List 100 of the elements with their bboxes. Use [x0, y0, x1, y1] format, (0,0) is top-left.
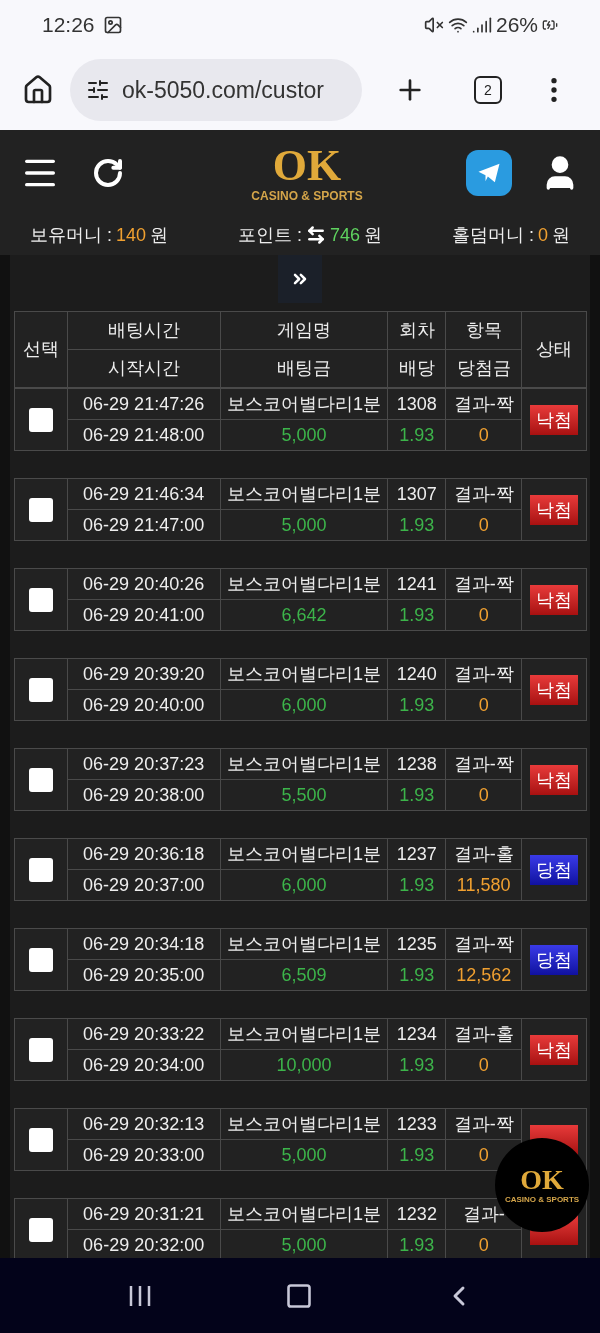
table-cell: 6,642: [220, 599, 388, 631]
battery-percent: 26%: [495, 12, 538, 39]
table-cell: 06-29 21:47:00: [67, 509, 220, 541]
logo-text: OK: [520, 1166, 564, 1194]
row-checkbox[interactable]: [28, 677, 53, 702]
table-cell: 06-29 20:33:00: [67, 1139, 220, 1171]
table-cell: 보스코어별다리1분: [220, 568, 388, 600]
row-checkbox[interactable]: [28, 767, 53, 792]
status-badge: 낙첨: [530, 584, 579, 615]
expand-button[interactable]: [278, 255, 322, 303]
table-cell: 1.93: [387, 869, 446, 901]
balance-value: 746: [330, 223, 361, 247]
table-cell: 보스코어별다리1분: [220, 1018, 388, 1050]
table-cell: 1308: [387, 388, 446, 420]
status-badge: 낙첨: [530, 674, 579, 705]
table-cell: 1.93: [387, 599, 446, 631]
table-cell: 보스코어별다리1분: [220, 838, 388, 870]
row-checkbox[interactable]: [28, 407, 53, 432]
paper-plane-icon[interactable]: [466, 149, 512, 196]
table-cell: 1235: [387, 928, 446, 960]
table-cell: 1.93: [387, 689, 446, 721]
column-header: 선택: [14, 311, 68, 388]
balance-unit: 원: [150, 223, 169, 247]
table-cell: 06-29 20:31:21: [67, 1198, 221, 1230]
row-checkbox[interactable]: [28, 497, 53, 522]
table-cell: 1232: [387, 1198, 446, 1230]
balance-unit: 원: [552, 223, 570, 247]
table-cell: 보스코어별다리1분: [220, 748, 388, 780]
table-cell: 결과-짝: [445, 568, 522, 600]
table-cell: 5,000: [220, 509, 388, 541]
table-cell: 1307: [387, 478, 446, 510]
table-cell: 6,000: [220, 869, 388, 901]
table-cell: 1.93: [387, 1139, 446, 1171]
mute-icon: [423, 15, 444, 35]
row-checkbox[interactable]: [28, 1217, 53, 1242]
table-cell: 보스코어별다리1분: [220, 1108, 388, 1140]
table-cell: 결과-짝: [445, 748, 522, 780]
table-cell: 1234: [387, 1018, 446, 1050]
status-badge: 낙첨: [530, 1034, 579, 1065]
table-cell: 1238: [387, 748, 446, 780]
table-cell: 보스코어별다리1분: [220, 478, 388, 510]
row-checkbox[interactable]: [28, 1127, 53, 1152]
exchange-icon[interactable]: [306, 225, 326, 245]
column-header: 배팅시간: [67, 311, 221, 350]
logo-subtitle: CASINO & SPORTS: [251, 189, 363, 202]
tab-count-button[interactable]: 2: [474, 76, 502, 104]
table-cell: 06-29 21:47:26: [67, 388, 220, 420]
wifi-icon: [447, 15, 468, 35]
table-cell: 보스코어별다리1분: [220, 388, 388, 420]
gallery-icon: [102, 15, 123, 35]
column-header: 시작시간: [67, 349, 221, 388]
table-cell: 결과-짝: [445, 658, 522, 690]
clock: 12:26: [42, 12, 95, 39]
table-cell: 보스코어별다리1분: [220, 1198, 388, 1230]
table-cell: 결과-짝: [445, 1108, 522, 1140]
balance-label: 홀덤머니 :: [451, 223, 534, 247]
column-header: 배팅금: [220, 349, 388, 388]
row-checkbox[interactable]: [28, 857, 53, 882]
table-cell: 결과-홀: [445, 838, 522, 870]
column-header: 항목: [445, 311, 522, 350]
table-cell: 5,000: [220, 1139, 388, 1171]
table-cell: 1233: [387, 1108, 446, 1140]
table-cell: 06-29 20:33:22: [67, 1018, 220, 1050]
status-badge: 낙첨: [530, 764, 579, 795]
table-cell: 10,000: [220, 1049, 388, 1081]
table-cell: 1.93: [387, 779, 446, 811]
home-button-icon[interactable]: [285, 1281, 313, 1310]
table-cell: 06-29 21:48:00: [67, 419, 220, 451]
table-cell: 06-29 20:34:18: [67, 928, 220, 960]
row-checkbox[interactable]: [28, 947, 53, 972]
row-checkbox[interactable]: [28, 587, 53, 612]
balance-value: 0: [538, 223, 548, 247]
table-cell: 06-29 20:37:23: [67, 748, 220, 780]
table-cell: 06-29 20:34:00: [67, 1049, 220, 1081]
table-cell: 06-29 20:41:00: [67, 599, 220, 631]
table-cell: 보스코어별다리1분: [220, 928, 388, 960]
site-settings-icon[interactable]: [86, 78, 110, 102]
table-cell: 06-29 21:46:34: [67, 478, 220, 510]
table-cell: 1.93: [387, 419, 446, 451]
status-badge: 낙첨: [530, 404, 579, 435]
table-cell: 결과-짝: [445, 388, 522, 420]
balance-label: 포인트 :: [238, 223, 302, 247]
table-cell: 06-29 20:40:00: [67, 689, 220, 721]
table-cell: 6,000: [220, 689, 388, 721]
table-cell: 06-29 20:32:13: [67, 1108, 220, 1140]
row-checkbox[interactable]: [28, 1037, 53, 1062]
balance-unit: 원: [364, 223, 383, 247]
table-cell: 06-29 20:36:18: [67, 838, 220, 870]
table-cell: 보스코어별다리1분: [220, 658, 388, 690]
balance-value: 140: [116, 223, 147, 247]
table-cell: 1.93: [387, 509, 446, 541]
status-badge: 당첨: [530, 854, 579, 885]
home-icon[interactable]: [22, 74, 54, 106]
table-cell: 06-29 20:37:00: [67, 869, 220, 901]
address-bar[interactable]: ok-5050.com/custor: [70, 59, 362, 121]
status-badge: 낙첨: [530, 494, 579, 525]
table-cell: 1.93: [387, 959, 446, 991]
table-cell: 5,500: [220, 779, 388, 811]
table-cell: 1240: [387, 658, 446, 690]
refresh-icon[interactable]: [92, 156, 124, 189]
